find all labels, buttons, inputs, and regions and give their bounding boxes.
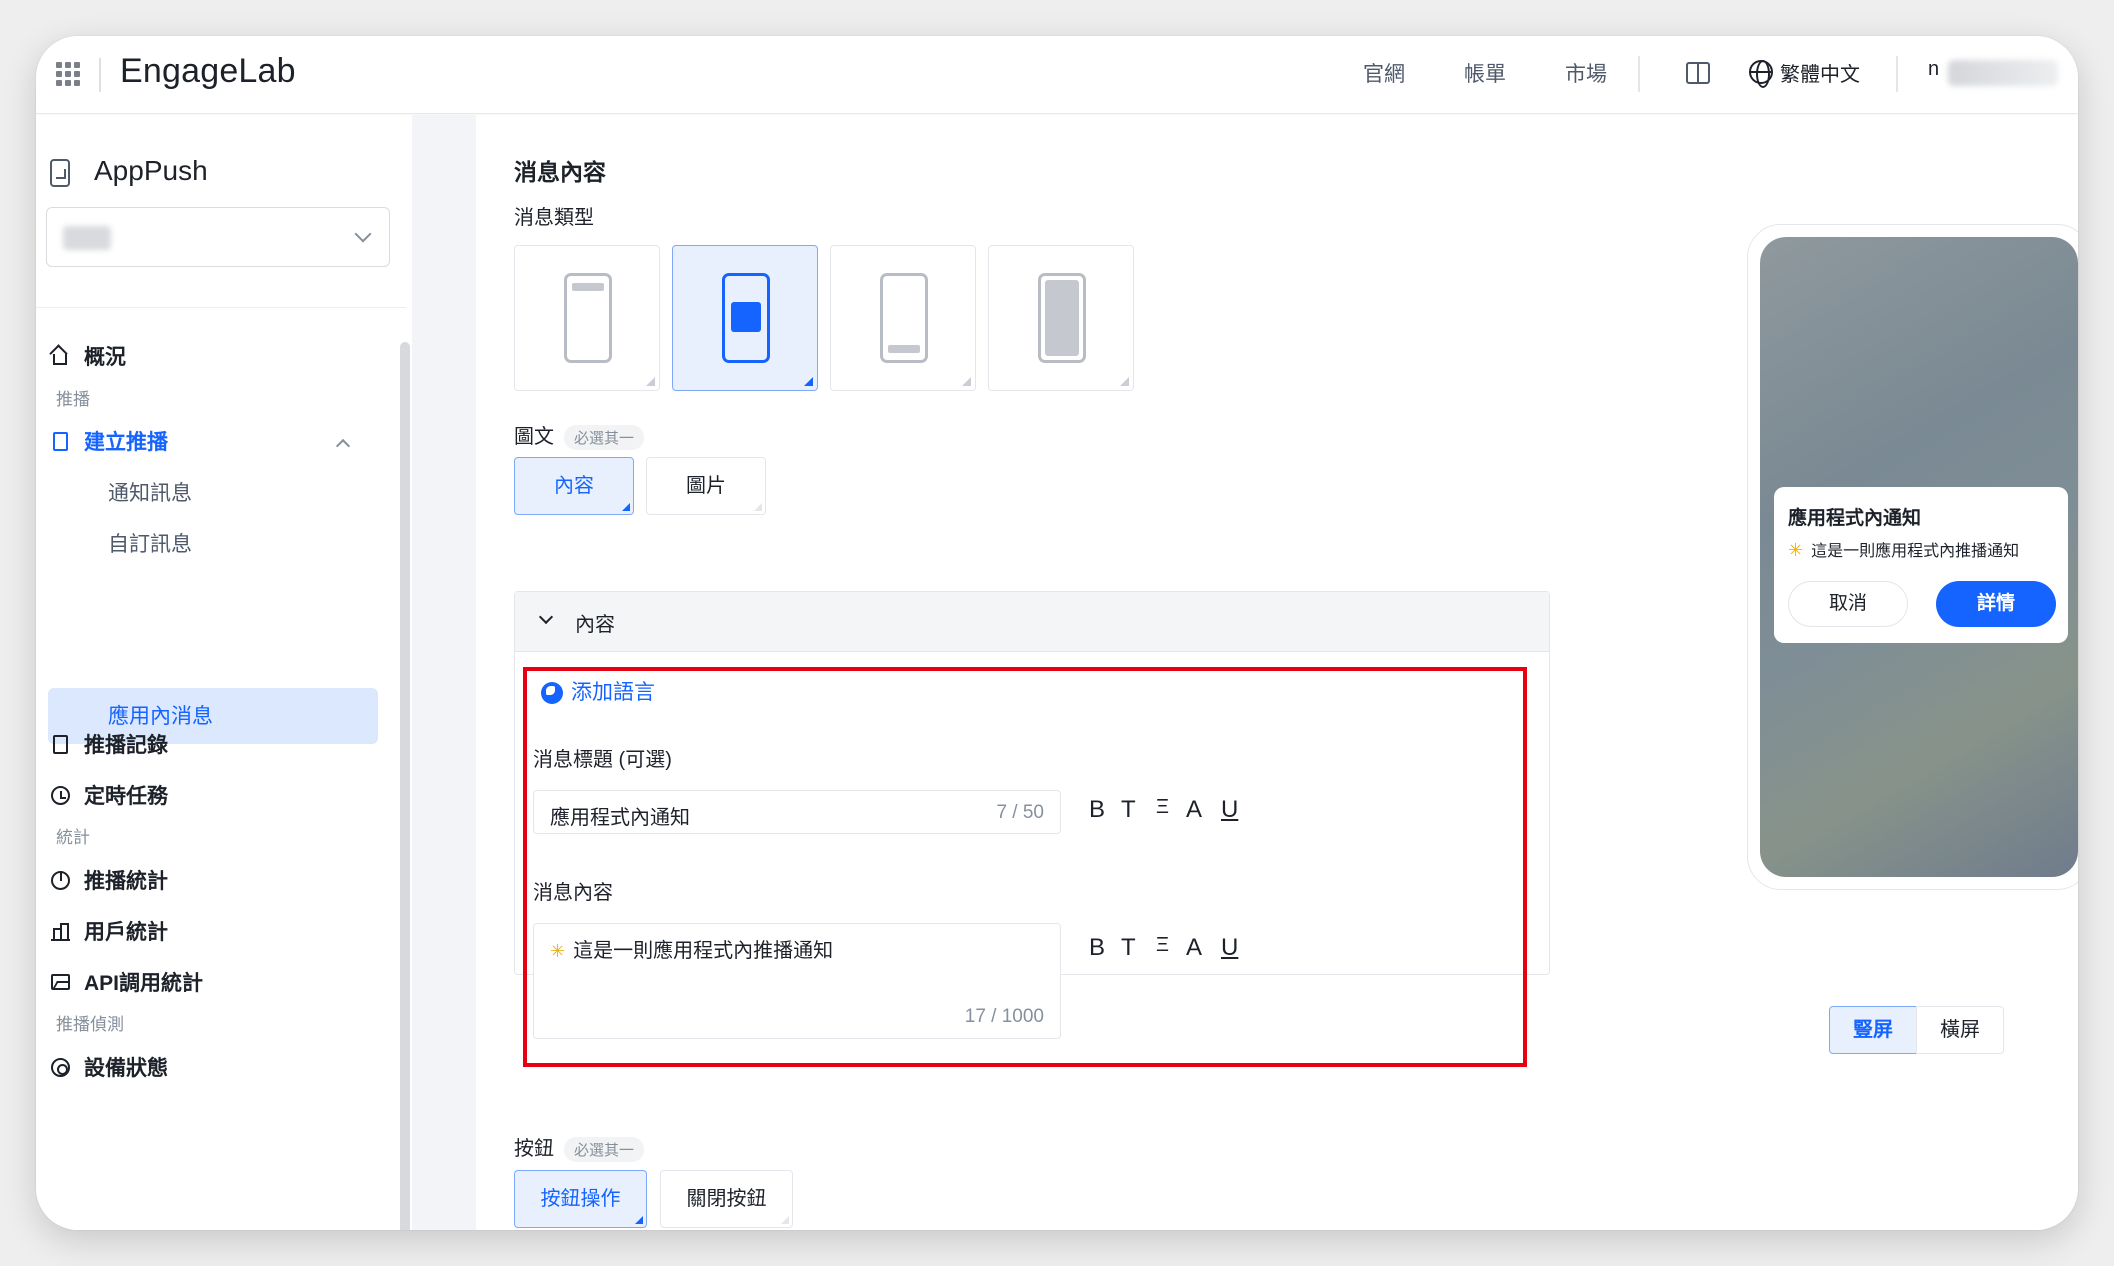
sidebar-item-custom-message[interactable]: 自訂訊息 — [108, 528, 192, 558]
file-plus-icon — [50, 431, 70, 451]
top-bar: EngageLab 官網 帳單 市場 繁體中文 n — [36, 36, 2078, 114]
chevron-down-icon — [538, 609, 554, 625]
app-name-redacted — [63, 226, 111, 250]
sidebar-group-push: 推播 — [56, 390, 90, 409]
divider — [36, 307, 406, 308]
content-gutter — [412, 115, 476, 1230]
sidebar-item-push-stats[interactable]: 推播統計 — [50, 865, 168, 895]
phone-bottom-banner-icon — [880, 273, 928, 363]
sidebar-item-in-app-message[interactable]: 應用內消息 — [108, 700, 213, 730]
message-type-center-popup[interactable] — [672, 245, 818, 391]
app-grid-icon[interactable] — [56, 62, 80, 86]
sidebar-item-scheduled-tasks[interactable]: 定時任務 — [50, 780, 168, 810]
sidebar-item-push-records[interactable]: 推播記錄 — [50, 729, 168, 759]
pie-chart-icon — [50, 870, 70, 890]
sidebar-item-user-stats[interactable]: 用戶統計 — [50, 916, 168, 946]
logo[interactable]: EngageLab — [120, 52, 296, 91]
sidebar-item-create-push[interactable]: 建立推播 — [50, 426, 168, 456]
message-type-label: 消息類型 — [514, 207, 594, 229]
sidebar-group-stats: 統計 — [56, 828, 90, 847]
divider — [1896, 56, 1898, 92]
clock-icon — [50, 785, 70, 805]
highlight-box — [523, 667, 1527, 1067]
chevron-up-icon[interactable] — [335, 438, 351, 454]
preview-body: ✳ 這是一則應用程式內推播通知 — [1788, 540, 2020, 560]
sidebar-scrollbar[interactable] — [400, 342, 410, 1230]
content-panel-header[interactable]: 內容 — [515, 592, 1549, 652]
app-title: AppPush — [94, 155, 208, 186]
preview-title: 應用程式內通知 — [1788, 508, 1922, 529]
sidebar-item-device-status[interactable]: 設備狀態 — [50, 1052, 168, 1082]
section-title: 消息內容 — [514, 159, 606, 185]
sidebar: AppPush 概況 推播 建立推播 通知訊息 自訂訊息 應用內消息 推播記錄 … — [36, 115, 416, 1230]
preview-cancel-button[interactable]: 取消 — [1788, 581, 1908, 627]
in-app-notification-preview: 應用程式內通知 ✳ 這是一則應用程式內推播通知 取消 詳情 — [1774, 487, 2068, 643]
divider — [99, 58, 101, 92]
chevron-down-icon — [354, 225, 372, 243]
message-type-bottom-banner[interactable] — [830, 245, 976, 391]
language-selector[interactable]: 繁體中文 — [1780, 58, 1860, 87]
button-option-action[interactable]: 按鈕操作 — [514, 1170, 647, 1228]
globe-icon[interactable] — [1749, 60, 1773, 88]
phone-top-banner-icon — [564, 273, 612, 363]
nav-billing[interactable]: 帳單 — [1464, 58, 1506, 88]
api-chart-icon — [50, 972, 70, 992]
app-icon — [50, 159, 70, 187]
device-search-icon — [50, 1057, 70, 1077]
orientation-landscape[interactable]: 橫屏 — [1916, 1006, 2004, 1054]
user-account[interactable]: n — [1928, 58, 1939, 81]
home-icon — [49, 344, 70, 366]
required-tag: 必選其一 — [564, 425, 645, 451]
user-name-redacted — [1948, 60, 2058, 86]
message-type-fullscreen[interactable] — [988, 245, 1134, 391]
nav-market[interactable]: 市場 — [1565, 58, 1607, 88]
app-selector[interactable] — [46, 207, 390, 267]
message-type-top-banner[interactable] — [514, 245, 660, 391]
docs-book-icon[interactable] — [1686, 62, 1710, 84]
phone-fullscreen-icon — [1038, 273, 1086, 363]
phone-center-popup-icon — [722, 273, 770, 363]
preview-screen: 應用程式內通知 ✳ 這是一則應用程式內推播通知 取消 詳情 — [1760, 237, 2078, 877]
sidebar-item-api-stats[interactable]: API調用統計 — [50, 967, 203, 997]
required-tag: 必選其一 — [564, 1137, 645, 1163]
sidebar-item-notification-message[interactable]: 通知訊息 — [108, 477, 192, 507]
preview-detail-button[interactable]: 詳情 — [1936, 581, 2056, 627]
file-list-icon — [50, 734, 70, 754]
app-window: EngageLab 官網 帳單 市場 繁體中文 n AppPush 概況 推播 … — [36, 36, 2078, 1230]
sidebar-group-detect: 推播偵測 — [56, 1015, 124, 1034]
sparkle-icon: ✳ — [1788, 540, 1804, 560]
buttons-label: 按鈕 必選其一 — [514, 1132, 645, 1163]
main-content: 消息內容 消息類型 圖文 必選其一 內容 圖片 內容 添加語言 消息標題 (可選… — [476, 115, 2078, 1230]
sidebar-item-overview[interactable]: 概況 — [49, 341, 126, 371]
phone-preview: 應用程式內通知 ✳ 這是一則應用程式內推播通知 取消 詳情 — [1747, 224, 2078, 890]
bar-chart-icon — [50, 921, 70, 941]
image-text-option-content[interactable]: 內容 — [514, 457, 634, 515]
orientation-portrait[interactable]: 豎屏 — [1829, 1006, 1917, 1054]
divider — [1638, 56, 1640, 92]
content-panel: 內容 添加語言 消息標題 (可選) 應用程式內通知 7 / 50 B T Ξ A… — [514, 591, 1550, 1067]
image-text-option-image[interactable]: 圖片 — [646, 457, 766, 515]
nav-official-site[interactable]: 官網 — [1363, 58, 1405, 88]
image-text-label: 圖文 必選其一 — [514, 420, 645, 451]
button-option-close[interactable]: 關閉按鈕 — [660, 1170, 793, 1228]
